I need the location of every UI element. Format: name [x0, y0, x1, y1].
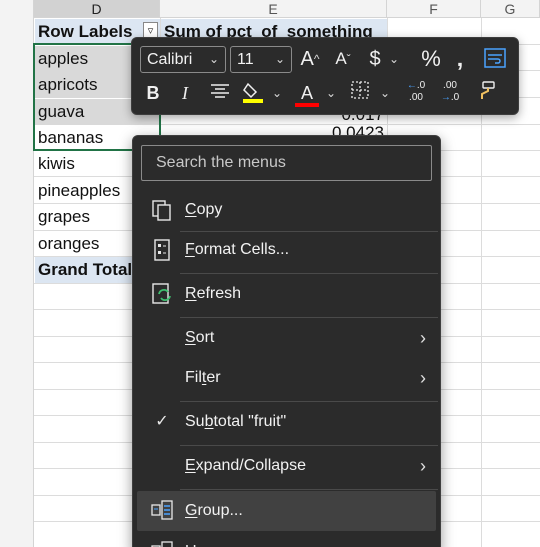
menu-item-label: Group...	[185, 502, 243, 519]
chevron-right-icon: ›	[420, 368, 426, 388]
menu-search-input[interactable]: Search the menus	[141, 145, 432, 181]
column-header-e[interactable]: E	[160, 0, 387, 18]
menu-item-label: Refresh	[185, 285, 242, 302]
wrap-text-icon[interactable]	[481, 46, 509, 77]
menu-item-label: Subtotal "fruit"	[185, 413, 287, 430]
menu-item-label: U	[185, 532, 197, 547]
bold-icon[interactable]: B	[142, 80, 164, 106]
increase-decimal-icon[interactable]: ←.0.00	[402, 80, 430, 104]
font-size-dropdown[interactable]: 11 ⌄	[230, 46, 292, 73]
borders-icon[interactable]	[348, 80, 372, 107]
increase-font-size-icon[interactable]: A^	[298, 46, 322, 72]
decrease-font-size-icon[interactable]: Aˇ	[331, 46, 355, 72]
italic-icon[interactable]: I	[174, 80, 196, 106]
decrease-decimal-icon[interactable]: .00 →.0	[436, 80, 464, 104]
accounting-format-icon[interactable]: $	[364, 46, 386, 72]
menu-item-copy[interactable]: Copy	[133, 190, 440, 230]
menu-item-ungroup[interactable]: U	[133, 532, 440, 547]
context-menu: Search the menus Copy Format Cells... Re…	[132, 135, 441, 547]
group-icon	[150, 499, 174, 523]
format-painter-icon[interactable]	[472, 80, 498, 109]
menu-item-subtotal[interactable]: ✓ Subtotal "fruit"	[133, 402, 440, 442]
font-name-dropdown[interactable]: Calibri ⌄	[140, 46, 226, 73]
font-name-value: Calibri	[147, 51, 193, 68]
fill-color-icon[interactable]	[240, 80, 266, 111]
menu-item-label: Sort	[185, 329, 215, 346]
menu-item-label: Format Cells...	[185, 241, 290, 258]
menu-item-format-cells[interactable]: Format Cells...	[133, 230, 440, 270]
copy-icon	[150, 198, 174, 222]
menu-item-sort[interactable]: Sort ›	[133, 318, 440, 358]
font-size-value: 11	[237, 51, 254, 68]
menu-item-label: Filter	[185, 369, 221, 386]
chevron-right-icon: ›	[420, 456, 426, 476]
chevron-right-icon: ›	[420, 328, 426, 348]
menu-item-group[interactable]: Group...	[137, 491, 436, 531]
ungroup-icon	[150, 540, 174, 547]
menu-item-label: Copy	[185, 201, 223, 218]
font-color-icon[interactable]: A	[294, 80, 320, 107]
column-header-d[interactable]: D	[34, 0, 160, 18]
menu-item-filter[interactable]: Filter ›	[133, 358, 440, 398]
row-header-strip	[0, 0, 34, 547]
chevron-down-icon: ⌄	[274, 52, 285, 66]
percent-style-icon[interactable]: %	[418, 46, 444, 72]
format-cells-icon	[150, 238, 174, 262]
column-header-f[interactable]: F	[387, 0, 481, 18]
mini-toolbar: Calibri ⌄ 11 ⌄ A^ Aˇ $ ⌄ % ‚ B I ⌄ A ⌄ ⌄…	[131, 37, 519, 115]
chevron-down-icon: ⌄	[208, 52, 219, 66]
refresh-icon	[150, 282, 174, 306]
checkmark-icon: ✓	[155, 413, 169, 430]
menu-item-label: Expand/Collapse	[185, 457, 306, 474]
comma-style-icon[interactable]: ‚	[450, 46, 470, 72]
chevron-down-icon[interactable]: ⌄	[378, 80, 392, 106]
center-align-icon[interactable]	[208, 80, 232, 109]
chevron-down-icon[interactable]: ⌄	[324, 80, 338, 106]
chevron-down-icon[interactable]: ⌄	[270, 80, 284, 106]
menu-item-refresh[interactable]: Refresh	[133, 274, 440, 314]
menu-item-expand-collapse[interactable]: Expand/Collapse ›	[133, 446, 440, 486]
column-header-g[interactable]: G	[481, 0, 540, 18]
menu-separator	[180, 489, 438, 490]
chevron-down-icon[interactable]: ⌄	[387, 46, 401, 72]
